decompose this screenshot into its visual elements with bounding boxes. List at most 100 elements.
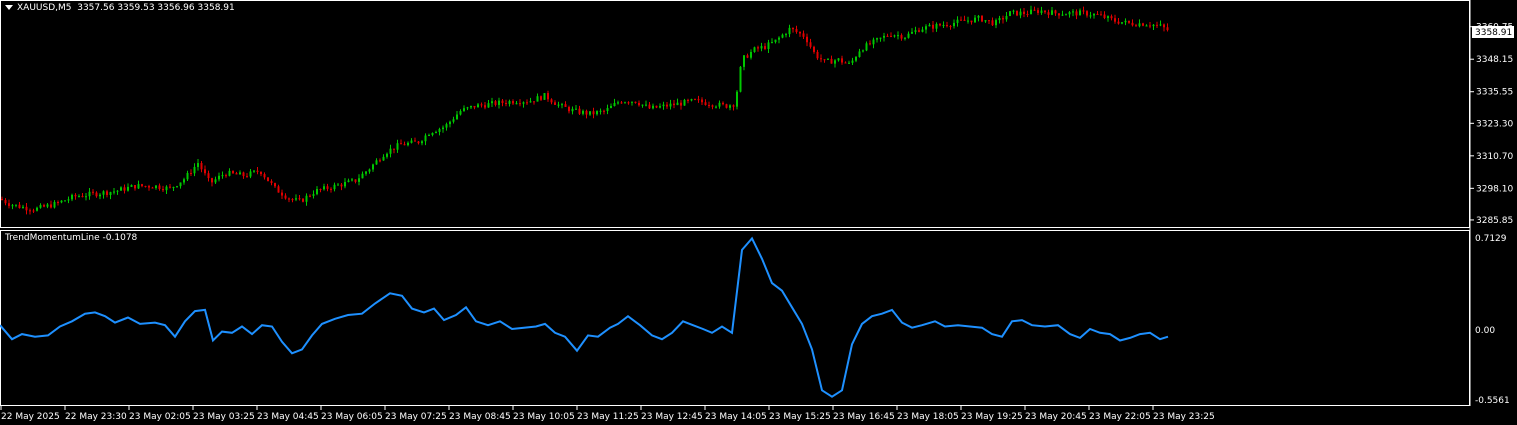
candle-body — [172, 186, 175, 188]
candle-body — [1040, 10, 1043, 13]
candle-body — [1016, 10, 1018, 16]
time-axis-label: 23 May 15:25 — [769, 412, 831, 422]
candle-body — [393, 148, 395, 150]
candle-body — [599, 110, 602, 112]
candle-body — [970, 20, 973, 23]
indicator-header: TrendMomentumLine -0.1078 — [5, 233, 137, 243]
candle-body — [1030, 9, 1032, 15]
candle-body — [666, 104, 668, 107]
candle-body — [130, 185, 133, 187]
price-axis-label: 3323.30 — [1476, 119, 1513, 129]
price-pane[interactable] — [0, 0, 1470, 228]
candle-body — [403, 144, 406, 146]
candle-body — [981, 15, 983, 22]
candle-body — [655, 105, 658, 108]
candle-body — [505, 102, 507, 104]
candle-body — [249, 171, 252, 177]
candle-body — [424, 135, 427, 142]
candle-body — [4, 199, 7, 204]
candle-body — [32, 210, 35, 212]
candle-body — [302, 198, 304, 202]
price-axis-label: 3285.85 — [1476, 216, 1513, 226]
candle-body — [1163, 24, 1165, 28]
candle-body — [176, 186, 178, 188]
open-value: 3357.56 — [77, 3, 115, 13]
candle-body — [305, 195, 308, 202]
candle-body — [85, 196, 87, 198]
candle-body — [491, 101, 493, 104]
candle-body — [22, 206, 24, 209]
candle-body — [900, 35, 903, 39]
candle-body — [316, 189, 318, 195]
candle-body — [1005, 15, 1008, 20]
candle-body — [389, 148, 392, 154]
candle-body — [183, 179, 185, 183]
candle-body — [158, 185, 161, 190]
candle-body — [816, 51, 819, 59]
candle-body — [274, 183, 276, 187]
candle-body — [407, 142, 409, 146]
candle-body — [1142, 23, 1144, 26]
candle-body — [806, 36, 808, 43]
candle-body — [67, 199, 70, 201]
candle-body — [284, 195, 287, 199]
time-axis: 22 May 2025 22 May 23:30 23 May 02:05 23 Ma… — [0, 406, 1215, 422]
time-axis-label: 23 May 10:05 — [513, 412, 575, 422]
candle-body — [932, 24, 934, 29]
candle-body — [1044, 10, 1046, 13]
candle-body — [1121, 22, 1123, 24]
candle-body — [1107, 16, 1109, 18]
trading-chart[interactable]: 3360.753348.153335.553323.303310.703298.… — [0, 0, 1517, 425]
candle-body — [81, 196, 84, 198]
candle-body — [925, 26, 927, 30]
candle-body — [92, 191, 94, 193]
time-axis-label: 23 May 08:45 — [449, 412, 511, 422]
candle-body — [263, 174, 266, 178]
candle-body — [242, 172, 245, 177]
candle-body — [141, 184, 143, 187]
time-axis-label: 23 May 02:05 — [129, 412, 191, 422]
candle-body — [123, 187, 126, 191]
candle-body — [1082, 10, 1085, 12]
candle-body — [400, 143, 402, 145]
candle-body — [18, 204, 21, 209]
candle-body — [879, 37, 882, 39]
candle-body — [767, 42, 770, 49]
candle-body — [165, 186, 168, 191]
candle-body — [939, 23, 941, 26]
candle-body — [253, 170, 255, 172]
candle-body — [648, 104, 651, 109]
indicator-pane[interactable] — [0, 230, 1470, 406]
candle-body — [676, 102, 679, 106]
candle-body — [956, 19, 959, 23]
candle-body — [781, 34, 784, 38]
candle-body — [295, 198, 297, 200]
indicator-axis-zero: 0.00 — [1475, 326, 1495, 336]
candle-body — [1159, 24, 1162, 26]
candle-body — [494, 101, 497, 105]
candle-body — [225, 175, 227, 177]
candle-body — [963, 19, 966, 21]
candle-body — [288, 198, 290, 200]
candle-body — [277, 186, 280, 193]
candle-body — [340, 184, 343, 187]
candle-body — [921, 29, 924, 32]
candle-body — [151, 187, 154, 189]
candle-body — [1110, 16, 1113, 19]
candle-body — [347, 180, 350, 182]
candle-body — [8, 203, 10, 206]
chevron-down-icon[interactable] — [5, 5, 13, 10]
candle-body — [106, 191, 108, 196]
candle-body — [162, 189, 164, 191]
candle-body — [575, 108, 577, 110]
indicator-value: -0.1078 — [102, 233, 138, 243]
candle-body — [659, 106, 661, 108]
candle-body — [984, 20, 987, 22]
candle-body — [911, 31, 913, 34]
candle-body — [169, 186, 171, 188]
candle-body — [568, 106, 570, 112]
candle-body — [449, 121, 451, 125]
candle-body — [886, 35, 889, 37]
candle-body — [382, 156, 385, 161]
candle-body — [883, 35, 885, 38]
